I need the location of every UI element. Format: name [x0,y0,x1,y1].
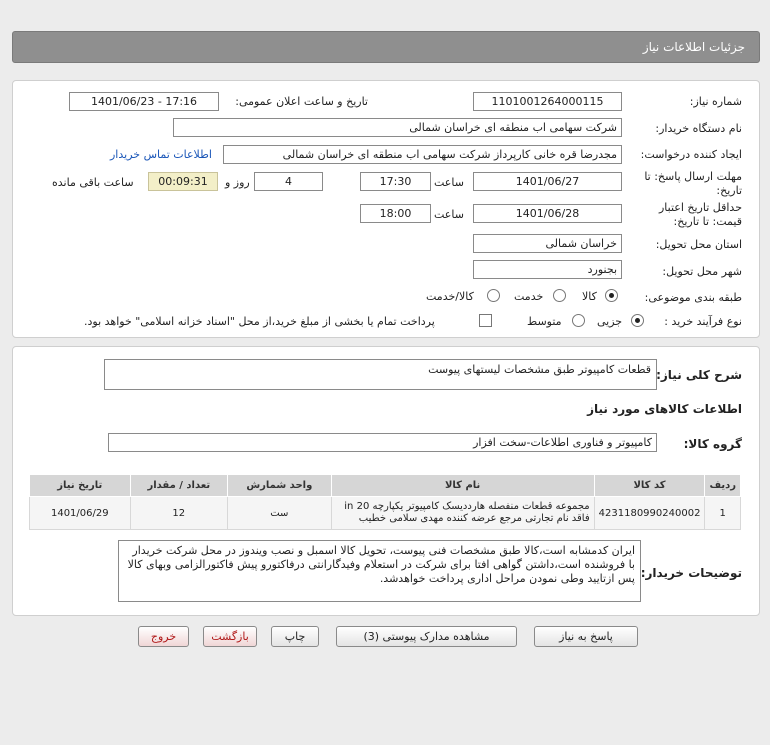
purchase-minor-radio[interactable] [631,314,644,327]
send-deadline-label: مهلت ارسال پاسخ: تا تاريخ: [644,170,742,197]
goods-group-field: کامپيوتر و فناوری اطلاعات-سخت افزار [108,433,657,452]
items-table-header: رديف کد کالا نام کالا واحد شمارش تعداد /… [29,474,741,497]
print-button[interactable]: چاپ [271,626,319,647]
delivery-province-field: خراسان شمالی [473,234,622,253]
purchase-minor-label: جزيی [597,315,623,328]
category-goods-service-radio[interactable] [487,289,500,302]
row-index: 1 [704,496,741,530]
col-name: نام کالا [330,474,595,497]
buyer-org-field: شرکت سهامی اب منطقه ای خراسان شمالی [173,118,622,137]
send-hour-label: ساعت [434,176,464,189]
row-date: 1401/06/29 [29,496,131,530]
validity-label: حداقل تاريخ اعتبار قيمت: تا تاريخ: [658,201,742,228]
contact-buyer-link[interactable]: اطلاعات تماس خريدار [110,148,212,161]
delivery-city-field: بجنورد [473,260,622,279]
delivery-province-label: استان محل تحويل: [655,238,742,251]
validity-time-field: 18:00 [360,204,431,223]
days-and-label: روز و [225,176,250,189]
purchase-medium-radio[interactable] [572,314,585,327]
category-goods-radio[interactable] [605,289,618,302]
items-table: رديف کد کالا نام کالا واحد شمارش تعداد /… [29,474,741,530]
col-date: تاريخ نياز [29,474,131,497]
row-code: 4231180990240002 [593,496,706,530]
need-number-label: شماره نياز: [689,95,742,108]
category-label: طبقه بندی موضوعی: [644,291,742,304]
view-documents-button[interactable]: مشاهده مدارک پيوستی (3) [336,626,517,647]
requester-label: ايجاد کننده درخواست: [640,148,742,161]
table-row[interactable]: 1 4231180990240002 مجموعه قطعات منفصله ه… [29,496,741,530]
summary-label: شرح کلی نياز: [656,368,742,382]
purchase-medium-label: متوسط [527,315,562,328]
reply-button[interactable]: پاسخ به نياز [534,626,638,647]
announce-datetime-label: تاريخ و ساعت اعلان عمومی: [235,95,368,108]
col-index: رديف [704,474,741,497]
page-header: جزئيات اطلاعات نياز [12,31,760,63]
announce-datetime-field: 1401/06/23 - 17:16 [69,92,219,111]
delivery-city-label: شهر محل تحويل: [662,265,742,278]
row-unit: ست [227,496,332,530]
requester-field: مجدرضا قره خانی کارپرداز شرکت سهامی اب م… [223,145,622,164]
remaining-label: ساعت باقی مانده [52,176,134,189]
page-title: جزئيات اطلاعات نياز [642,40,745,54]
category-service-label: خدمت [514,290,544,303]
buyer-notes-field: ايران کدمشابه است،کالا طبق مشخصات فنی پي… [118,540,641,602]
validity-date-field: 1401/06/28 [473,204,622,223]
col-unit: واحد شمارش [227,474,332,497]
goods-info-title: اطلاعات کالاهای مورد نياز [587,402,742,416]
buyer-org-label: نام دستگاه خريدار: [655,122,742,135]
category-goods-label: کالا [582,290,597,303]
back-button[interactable]: بازگشت [203,626,257,647]
validity-hour-label: ساعت [434,208,464,221]
category-goods-service-label: کالا/خدمت [426,290,474,303]
remaining-time-field: 00:09:31 [148,172,218,191]
col-qty: تعداد / مقدار [129,474,229,497]
exit-button[interactable]: خروج [138,626,189,647]
send-time-field: 17:30 [360,172,431,191]
items-table-wrapper: رديف کد کالا نام کالا واحد شمارش تعداد /… [29,474,741,530]
row-name: مجموعه قطعات منفصله هارددیسک کامپیوتر یک… [330,496,595,530]
category-service-radio[interactable] [553,289,566,302]
send-date-field: 1401/06/27 [473,172,622,191]
buyer-notes-label: توضيحات خريدار: [640,566,742,580]
need-number-field: 1101001264000115 [473,92,622,111]
summary-field: قطعات کامپيوتر طبق مشخصات ليستهای پيوست [104,359,657,390]
col-code: کد کالا [593,474,706,497]
row-qty: 12 [129,496,229,530]
days-field: 4 [254,172,323,191]
treasury-payment-checkbox[interactable] [479,314,492,327]
treasury-payment-note: پرداخت تمام يا بخشی از مبلغ خريد،از محل … [84,315,435,328]
goods-group-label: گروه کالا: [683,437,742,451]
purchase-type-label: نوع فرآيند خريد : [664,315,742,328]
